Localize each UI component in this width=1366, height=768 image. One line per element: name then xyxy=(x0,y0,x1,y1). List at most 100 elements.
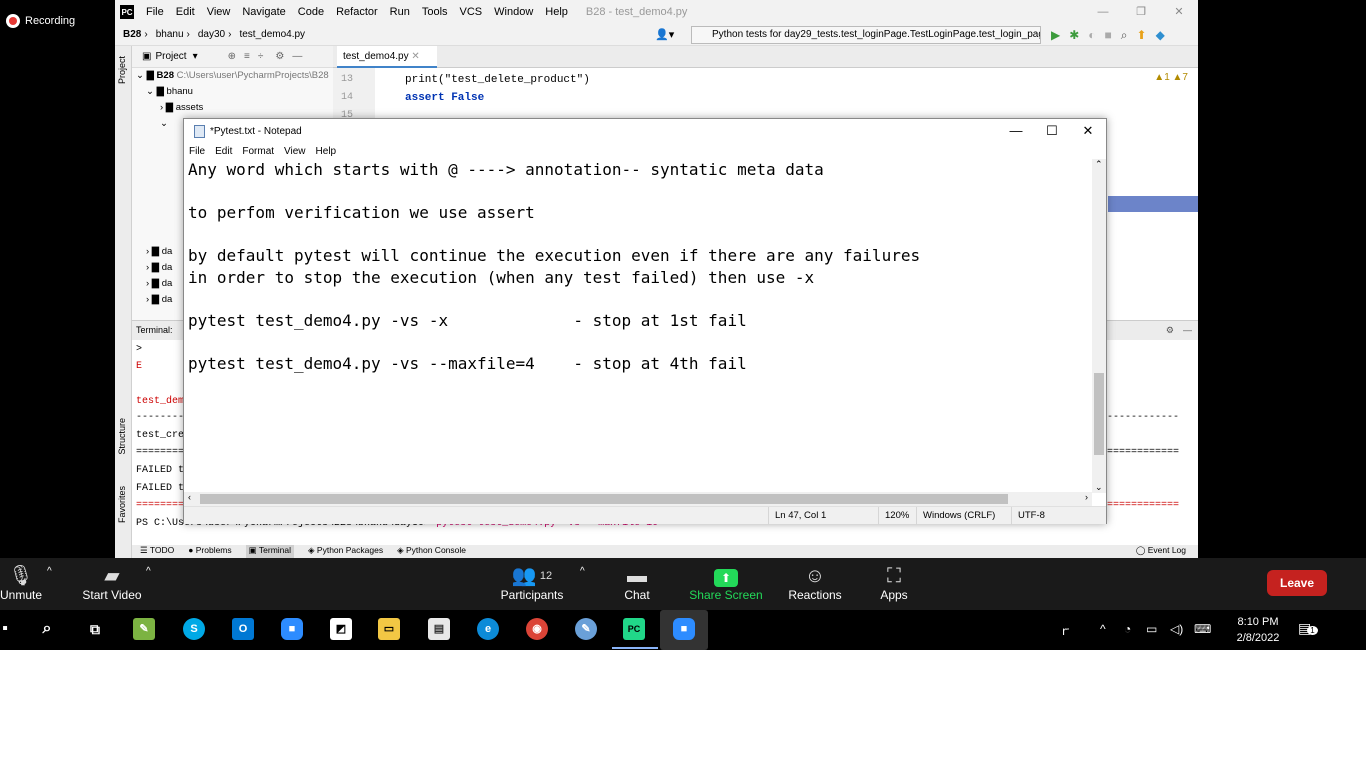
file-explorer-icon[interactable]: ▭ xyxy=(378,618,400,640)
leave-button[interactable]: Leave xyxy=(1267,570,1327,596)
menu-edit[interactable]: Edit xyxy=(210,146,237,157)
tab-terminal[interactable]: ▣ Terminal xyxy=(245,545,295,558)
reactions-button[interactable]: ☺ Reactions xyxy=(786,564,844,602)
keyboard-icon[interactable]: ⌨ xyxy=(1194,622,1211,636)
document-icon[interactable]: ▤ xyxy=(428,618,450,640)
skype-icon[interactable]: S xyxy=(183,618,205,640)
horizontal-scrollbar[interactable]: ‹ › xyxy=(184,492,1092,506)
project-label[interactable]: Project xyxy=(155,51,186,62)
scroll-thumb[interactable] xyxy=(200,494,1008,504)
tree-item[interactable]: ⌄ ▇ bhanu xyxy=(132,84,333,100)
search-icon[interactable]: ⌕ xyxy=(36,618,58,640)
windows-start-icon[interactable]: ▪ xyxy=(0,618,16,640)
gear-icon[interactable]: ⚙ xyxy=(275,51,284,62)
inspection-widget[interactable]: ▲1 ▲7 xyxy=(1154,72,1188,83)
tab-python-packages[interactable]: ◈ Python Packages xyxy=(308,545,383,558)
minimize-icon[interactable]: — xyxy=(1084,0,1122,24)
restore-icon[interactable]: ❐ xyxy=(1122,0,1160,24)
menu-file[interactable]: File xyxy=(184,146,210,157)
chrome-icon[interactable]: ◉ xyxy=(526,618,548,640)
zoom-taskbar-icon[interactable]: ■ xyxy=(673,618,695,640)
tree-item[interactable]: › ▇ assets xyxy=(132,100,333,116)
menu-tools[interactable]: Tools xyxy=(416,6,454,18)
menu-window[interactable]: Window xyxy=(488,6,539,18)
menu-help[interactable]: Help xyxy=(311,146,342,157)
close-tab-icon[interactable]: ✕ xyxy=(411,51,419,62)
minimize-icon[interactable]: — xyxy=(998,119,1034,143)
taskbar-clock[interactable]: 8:10 PM 2/8/2022 xyxy=(1226,614,1290,646)
menu-edit[interactable]: Edit xyxy=(170,6,201,18)
recording-indicator[interactable]: Recording xyxy=(6,8,102,34)
stop-icon[interactable]: ■ xyxy=(1105,26,1112,44)
side-tab-structure[interactable]: Structure xyxy=(117,418,127,455)
edge-icon[interactable]: e xyxy=(477,618,499,640)
tab-python-console[interactable]: ◈ Python Console xyxy=(397,545,466,558)
tab-event-log[interactable]: ◯ Event Log xyxy=(1136,545,1186,558)
chevron-up-icon[interactable]: ^ xyxy=(580,566,585,577)
breadcrumb-bhanu[interactable]: bhanu xyxy=(148,29,187,40)
locate-icon[interactable]: ⊕ xyxy=(228,51,236,62)
chevron-up-icon[interactable]: ^ xyxy=(47,566,52,577)
chat-button[interactable]: ▬ Chat xyxy=(618,564,656,602)
scroll-up-icon[interactable]: ⌃ xyxy=(1095,159,1103,170)
people-icon[interactable]: ꭈ xyxy=(1062,622,1069,639)
unmute-button[interactable]: 🎙 Unmute xyxy=(0,564,42,602)
collapse-icon[interactable]: ≡ xyxy=(244,51,250,62)
sticky-notes-icon[interactable]: ◩ xyxy=(330,618,352,640)
scroll-left-icon[interactable]: ‹ xyxy=(188,492,191,502)
menu-view[interactable]: View xyxy=(201,6,237,18)
chevron-down-icon[interactable]: ▾ xyxy=(193,51,198,62)
update-icon[interactable]: ⬆ xyxy=(1137,26,1147,44)
gear-icon[interactable]: ⚙ xyxy=(1166,321,1174,339)
breadcrumb-day30[interactable]: day30 xyxy=(190,29,228,40)
search-icon[interactable]: ⌕ xyxy=(1121,26,1128,44)
apps-button[interactable]: ⛶ Apps xyxy=(876,564,912,602)
scroll-thumb[interactable] xyxy=(1094,373,1104,455)
scroll-right-icon[interactable]: › xyxy=(1085,492,1088,502)
pycharm-taskbar-icon[interactable]: PC xyxy=(623,618,645,640)
hide-icon[interactable]: — xyxy=(1183,321,1192,339)
run-icon[interactable]: ▶ xyxy=(1051,26,1060,44)
breadcrumb-project[interactable]: B28 xyxy=(115,29,144,40)
expand-icon[interactable]: ÷ xyxy=(258,51,264,62)
battery-icon[interactable]: ▭ xyxy=(1146,622,1157,636)
hide-icon[interactable]: — xyxy=(292,51,302,62)
start-video-button[interactable]: ▰ Start Video xyxy=(80,564,144,602)
tab-todo[interactable]: ☰ TODO xyxy=(140,545,174,558)
plugin-icon[interactable]: ◆ xyxy=(1156,26,1165,44)
tab-test-demo4[interactable]: test_demo4.py ✕ xyxy=(337,46,437,68)
menu-run[interactable]: Run xyxy=(384,6,416,18)
vertical-scrollbar[interactable]: ⌃ ⌄ xyxy=(1092,159,1106,493)
menu-file[interactable]: File xyxy=(140,6,170,18)
menu-format[interactable]: Format xyxy=(237,146,279,157)
wifi-icon[interactable]: ◔ xyxy=(1124,622,1131,636)
coverage-icon[interactable]: ◐ xyxy=(1088,26,1095,44)
menu-help[interactable]: Help xyxy=(539,6,574,18)
notepadpp-icon[interactable]: ✎ xyxy=(133,618,155,640)
share-screen-button[interactable]: ⬆ Share Screen xyxy=(688,564,764,602)
close-icon[interactable]: ✕ xyxy=(1070,119,1106,143)
notification-icon[interactable]: ▤1 xyxy=(1298,620,1318,637)
close-icon[interactable]: ✕ xyxy=(1160,0,1198,24)
menu-view[interactable]: View xyxy=(279,146,311,157)
outlook-icon[interactable]: O xyxy=(232,618,254,640)
notepad-text-area[interactable]: Any word which starts with @ ----> annot… xyxy=(188,159,1094,492)
user-icon[interactable]: 👤▾ xyxy=(655,28,674,41)
menu-code[interactable]: Code xyxy=(292,6,330,18)
chevron-up-icon[interactable]: ^ xyxy=(146,566,151,577)
zoom-app-icon[interactable]: ■ xyxy=(281,618,303,640)
menu-refactor[interactable]: Refactor xyxy=(330,6,384,18)
tab-problems[interactable]: ● Problems xyxy=(188,545,231,558)
side-tab-favorites[interactable]: Favorites xyxy=(117,486,127,523)
menu-vcs[interactable]: VCS xyxy=(454,6,489,18)
side-tab-project[interactable]: Project xyxy=(117,56,127,84)
debug-icon[interactable]: ✱ xyxy=(1069,26,1079,44)
task-view-icon[interactable]: ⧉ xyxy=(84,618,106,640)
participants-button[interactable]: 👥 12 Participants xyxy=(498,564,566,602)
breadcrumb-file[interactable]: test_demo4.py xyxy=(231,29,308,40)
chevron-up-icon[interactable]: ^ xyxy=(1100,622,1106,636)
scroll-down-icon[interactable]: ⌄ xyxy=(1095,482,1103,493)
menu-navigate[interactable]: Navigate xyxy=(236,6,291,18)
volume-icon[interactable]: ◁) xyxy=(1170,622,1183,636)
maximize-icon[interactable]: ☐ xyxy=(1034,119,1070,143)
